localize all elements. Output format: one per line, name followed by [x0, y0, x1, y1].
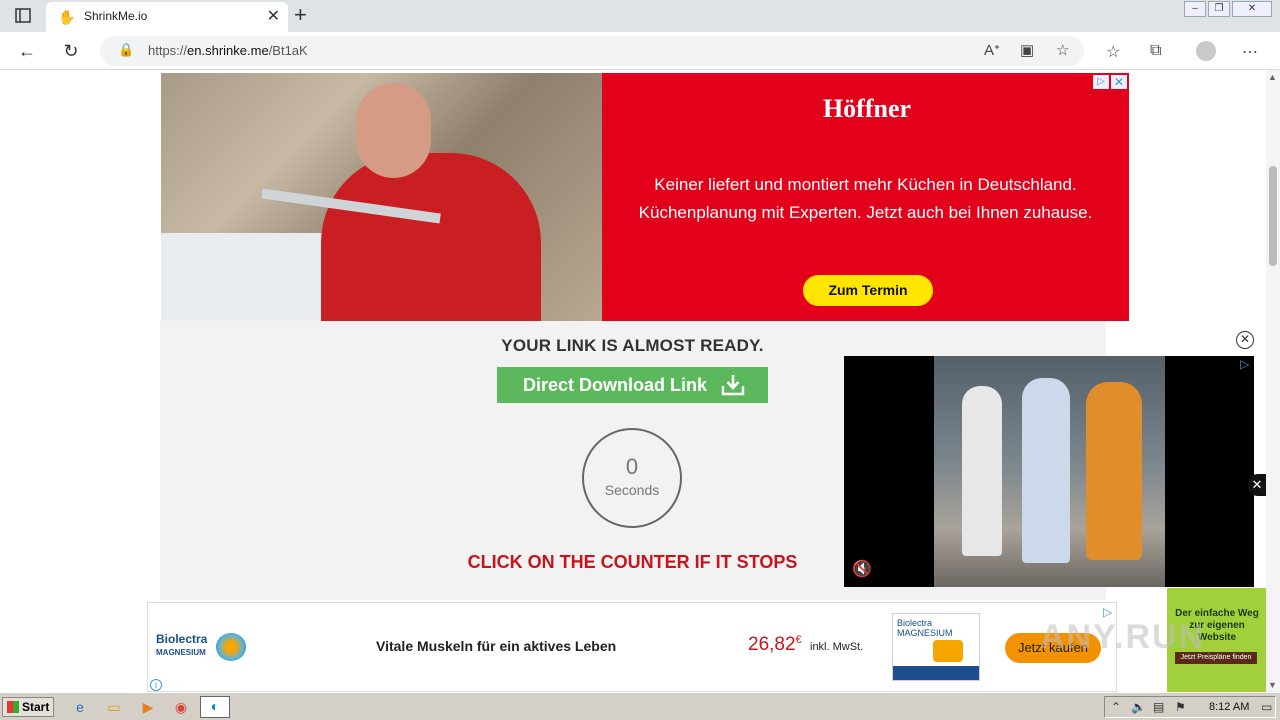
- ad-copy: Keiner liefert und montiert mehr Küchen …: [602, 171, 1129, 227]
- read-aloud-icon[interactable]: Aᐩ: [984, 41, 1000, 59]
- action-center-flag-icon[interactable]: ⚑: [1175, 700, 1186, 714]
- countdown-counter[interactable]: 0 Seconds: [582, 428, 682, 528]
- ad-photo-person-head: [356, 83, 431, 178]
- network-icon[interactable]: ▤: [1153, 700, 1164, 714]
- minimize-button[interactable]: –: [1184, 1, 1206, 17]
- chrome-icon[interactable]: ◉: [171, 698, 191, 716]
- video-person-center: [1022, 378, 1070, 563]
- biolectra-logo[interactable]: Biolectra MAGNESIUM: [156, 633, 256, 663]
- hoffner-logo: Höffner: [822, 94, 912, 123]
- ad-copy-line2: Küchenplanung mit Experten. Jetzt auch b…: [638, 203, 1093, 222]
- video-adchoices-icon[interactable]: ▷: [1240, 357, 1254, 371]
- tab-close-icon[interactable]: ✕: [267, 7, 280, 27]
- favorites-icon[interactable]: ☆: [1106, 42, 1120, 62]
- counter-unit: Seconds: [604, 482, 660, 498]
- hoffner-banner-ad[interactable]: Höffner Keiner liefert und montiert mehr…: [161, 73, 1129, 321]
- tax-note: inkl. MwSt.: [810, 641, 864, 653]
- restore-button[interactable]: ❐: [1208, 1, 1230, 17]
- shrinkme-favicon-icon: ✋: [58, 9, 76, 25]
- refresh-icon[interactable]: ↻: [60, 40, 82, 62]
- lock-icon[interactable]: 🔒: [118, 42, 134, 58]
- ad-copy-line1: Keiner liefert und montiert mehr Küchen …: [654, 175, 1077, 194]
- price-value: 26,82: [748, 634, 796, 655]
- bottom-adchoices-icon[interactable]: ▷: [1103, 605, 1117, 619]
- video-person-left: [962, 386, 1002, 556]
- page-scrollbar[interactable]: ▲ ▼: [1266, 70, 1280, 692]
- biolectra-price: 26,82€: [748, 634, 802, 656]
- immersive-reader-icon[interactable]: ▣: [1020, 41, 1034, 59]
- browser-titlebar: ✋ ShrinkMe.io ✕ + – ❐ ✕: [0, 0, 1280, 32]
- adchoices-icon[interactable]: ▷: [1093, 75, 1109, 89]
- file-explorer-icon[interactable]: ▭: [104, 698, 124, 716]
- scroll-up-icon[interactable]: ▲: [1268, 72, 1277, 82]
- anyrun-watermark: ANY.RUN: [1040, 618, 1206, 656]
- edge-icon[interactable]: ◐: [200, 696, 230, 718]
- volume-icon[interactable]: 🔈: [1131, 700, 1146, 714]
- direct-download-button[interactable]: Direct Download Link: [497, 367, 768, 403]
- tab-title: ShrinkMe.io: [84, 9, 148, 23]
- system-tray: ⌃ 🔈 ▤ ⚑ 8:12 AM ▭: [1104, 696, 1276, 718]
- back-arrow-icon[interactable]: ←: [16, 40, 38, 62]
- address-bar[interactable]: 🔒 https://en.shrinke.me/Bt1aK Aᐩ ▣ ☆: [100, 36, 1084, 66]
- scroll-thumb[interactable]: [1269, 166, 1277, 266]
- windows-taskbar: Start e ▭ ▶ ◉ ◐ ⌃ 🔈 ▤ ⚑ 8:12 AM ▭: [0, 692, 1280, 720]
- collections-icon[interactable]: ⧉: [1150, 42, 1161, 60]
- biolectra-logo-icon: [216, 633, 246, 661]
- pack-brand: Biolectra: [897, 618, 933, 628]
- windows-logo-icon: [7, 701, 19, 713]
- close-window-button[interactable]: ✕: [1232, 1, 1272, 17]
- ad-info-icon[interactable]: i: [150, 679, 162, 691]
- new-tab-button[interactable]: +: [294, 3, 307, 27]
- ad-choices[interactable]: ▷ ✕: [1093, 75, 1127, 89]
- download-button-label: Direct Download Link: [523, 375, 708, 395]
- product-package-image[interactable]: Biolectra MAGNESIUM: [892, 613, 980, 681]
- ad-photo-kitchen-installer[interactable]: [161, 73, 602, 321]
- ad-photo-person-shirt: [321, 153, 541, 321]
- url-path: /Bt1aK: [268, 43, 308, 58]
- zum-termin-button[interactable]: Zum Termin: [803, 275, 933, 306]
- add-favorite-icon[interactable]: ☆: [1056, 41, 1069, 59]
- tray-expand-icon[interactable]: ⌃: [1111, 700, 1121, 714]
- pack-strip: [893, 666, 979, 680]
- web-page: Höffner Keiner liefert und montiert mehr…: [0, 70, 1266, 692]
- url-domain: en.shrinke.me: [187, 43, 269, 58]
- url-text[interactable]: https://en.shrinke.me/Bt1aK: [148, 43, 308, 58]
- counter-value: 0: [625, 454, 639, 479]
- muted-speaker-icon[interactable]: 🔇: [852, 560, 872, 580]
- url-prefix: https://: [148, 43, 188, 58]
- taskbar-clock[interactable]: 8:12 AM: [1209, 701, 1249, 713]
- tab-actions-icon[interactable]: [10, 6, 36, 26]
- start-button[interactable]: Start: [2, 697, 54, 717]
- profile-avatar[interactable]: [1196, 41, 1216, 61]
- scroll-down-icon[interactable]: ▼: [1268, 680, 1277, 690]
- video-frame-fashion-walk[interactable]: [934, 356, 1165, 587]
- biolectra-slogan: Vitale Muskeln für ein aktives Leben: [376, 638, 617, 654]
- pack-sub: MAGNESIUM: [897, 628, 953, 638]
- pack-orange-graphic: [933, 640, 963, 662]
- show-desktop-icon[interactable]: ▭: [1261, 700, 1272, 714]
- internet-explorer-icon[interactable]: e: [70, 698, 90, 716]
- more-menu-icon[interactable]: ⋯: [1242, 42, 1258, 62]
- video-person-right: [1086, 382, 1142, 560]
- side-panel-close-icon[interactable]: ✕: [1248, 474, 1266, 496]
- tab-shrinkme[interactable]: ✋ ShrinkMe.io ✕: [46, 2, 288, 32]
- download-icon: [721, 374, 745, 396]
- video-ad-close-icon[interactable]: ✕: [1236, 331, 1254, 349]
- video-ad-player[interactable]: 🔇: [844, 356, 1254, 587]
- ad-close-icon[interactable]: ✕: [1111, 75, 1127, 89]
- price-currency: €: [795, 634, 802, 646]
- page-heading: YOUR LINK IS ALMOST READY.: [501, 336, 764, 355]
- media-player-icon[interactable]: ▶: [138, 698, 158, 716]
- start-label: Start: [22, 700, 50, 714]
- biolectra-banner-ad[interactable]: Biolectra MAGNESIUM Vitale Muskeln für e…: [147, 602, 1117, 692]
- ad-red-panel[interactable]: Höffner Keiner liefert und montiert mehr…: [602, 73, 1129, 321]
- browser-toolbar: ← ↻ 🔒 https://en.shrinke.me/Bt1aK Aᐩ ▣ ☆…: [0, 32, 1280, 70]
